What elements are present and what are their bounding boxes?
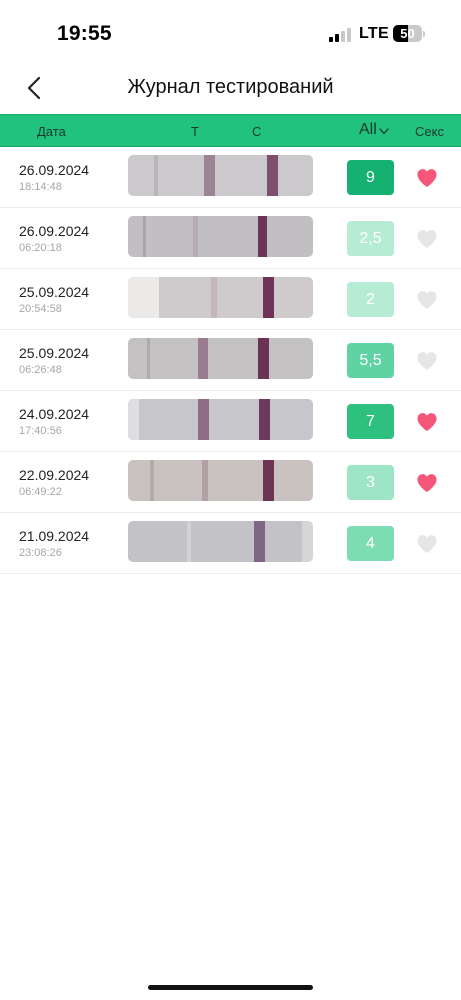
row-time: 23:08:26 [19,547,62,559]
score-badge[interactable]: 5,5 [347,343,394,378]
score-badge[interactable]: 2 [347,282,394,317]
test-row[interactable]: 25.09.2024 20:54:58 2 [0,269,461,330]
strip-band [203,155,215,196]
test-row[interactable]: 24.09.2024 17:40:56 7 [0,391,461,452]
chevron-down-icon [379,128,389,135]
test-strip-image[interactable] [128,338,313,379]
strip-band [211,277,217,318]
heart-icon[interactable] [416,229,438,249]
strip-band [150,460,154,501]
strip-band [259,399,271,440]
test-row[interactable]: 21.09.2024 23:08:26 4 [0,513,461,574]
column-t: T [191,124,199,139]
row-time: 20:54:58 [19,303,62,315]
strip-band [128,399,140,440]
row-date: 25.09.2024 [19,345,90,361]
strip-band [198,399,210,440]
row-time: 06:26:48 [19,364,62,376]
test-strip-image[interactable] [128,460,313,501]
strip-band [142,216,147,257]
row-date: 22.09.2024 [19,467,90,483]
signal-icon [329,28,351,42]
strip-band [153,155,158,196]
score-badge[interactable]: 7 [347,404,394,439]
strip-band [263,460,275,501]
battery-level: 50 [400,26,415,41]
column-c: C [252,124,262,139]
heart-icon[interactable] [416,534,438,554]
strip-band [198,338,208,379]
row-date: 24.09.2024 [19,406,90,422]
strip-band [301,521,313,562]
test-strip-image[interactable] [128,277,313,318]
test-list: 26.09.2024 18:14:48 9 26.09.2024 06:20:1… [0,147,461,574]
page-title: Журнал тестирований [127,76,334,98]
row-time: 17:40:56 [19,425,62,437]
strip-band [257,216,267,257]
strip-band [257,338,269,379]
strip-band [187,521,191,562]
heart-icon[interactable] [416,412,438,432]
test-strip-image[interactable] [128,216,313,257]
strip-band [202,460,208,501]
test-row[interactable]: 25.09.2024 06:26:48 5,5 [0,330,461,391]
strip-band [192,216,199,257]
row-date: 26.09.2024 [19,162,90,178]
test-row[interactable]: 22.09.2024 06:49:22 3 [0,452,461,513]
home-indicator[interactable] [148,985,313,990]
score-badge[interactable]: 3 [347,465,394,500]
score-badge[interactable]: 4 [347,526,394,561]
strip-band [263,277,275,318]
row-date: 26.09.2024 [19,223,90,239]
heart-icon[interactable] [416,290,438,310]
heart-icon[interactable] [416,168,438,188]
row-time: 06:49:22 [19,486,62,498]
column-header: Дата T C All Секс [0,114,461,147]
strip-band [253,521,265,562]
test-row[interactable]: 26.09.2024 06:20:18 2,5 [0,208,461,269]
status-time: 19:55 [57,22,112,45]
heart-icon[interactable] [416,351,438,371]
test-row[interactable]: 26.09.2024 18:14:48 9 [0,147,461,208]
filter-dropdown[interactable]: All [359,121,389,139]
battery-icon: 50 [393,25,422,42]
strip-band [266,155,278,196]
test-strip-image[interactable] [128,399,313,440]
column-sex: Секс [415,124,444,139]
column-date: Дата [37,124,66,139]
heart-icon[interactable] [416,473,438,493]
test-strip-image[interactable] [128,155,313,196]
score-badge[interactable]: 9 [347,160,394,195]
test-strip-image[interactable] [128,521,313,562]
filter-label: All [359,121,377,138]
status-bar: 19:55 LTE 50 [0,0,461,62]
row-date: 25.09.2024 [19,284,90,300]
nav-bar: Журнал тестирований [0,62,461,114]
strip-band [146,338,151,379]
network-label: LTE [359,25,389,42]
strip-band [128,277,160,318]
score-badge[interactable]: 2,5 [347,221,394,256]
battery-cap [423,31,425,37]
row-date: 21.09.2024 [19,528,90,544]
row-time: 18:14:48 [19,181,62,193]
row-time: 06:20:18 [19,242,62,254]
